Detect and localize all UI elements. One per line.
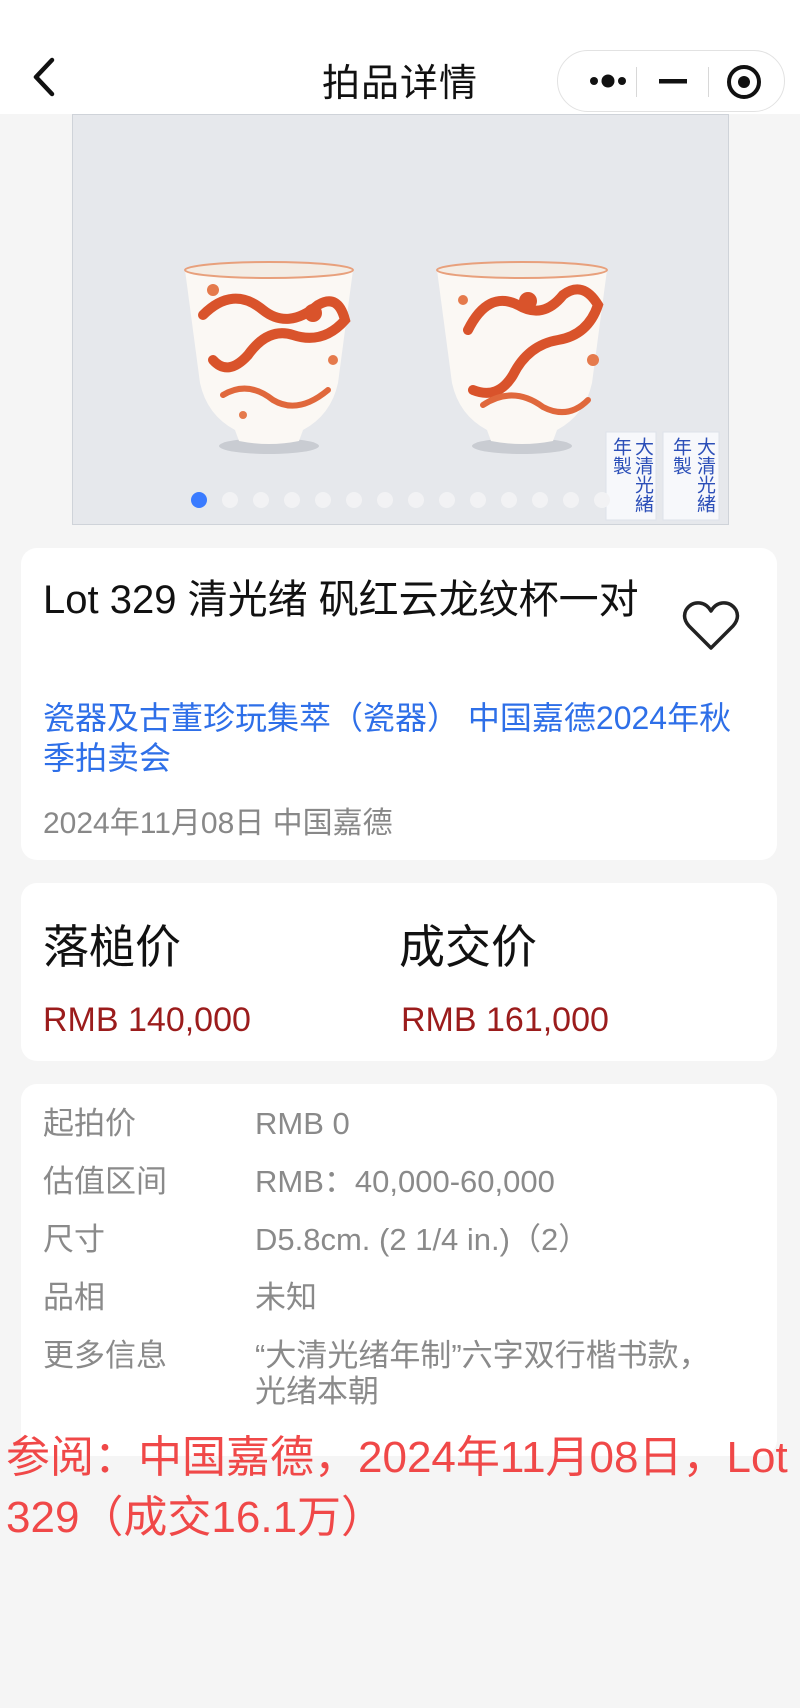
carousel-dot[interactable] (470, 492, 486, 508)
detail-value-more-info: “大清光绪年制”六字双行楷书款，光绪本朝 (255, 1338, 710, 1409)
carousel-dot[interactable] (191, 492, 207, 508)
auction-date-house: 2024年11月08日 中国嘉德 (43, 807, 393, 840)
carousel-dot[interactable] (532, 492, 548, 508)
reign-mark-left: 大清光緒年製 (610, 437, 654, 513)
navbar: 拍品详情 (0, 0, 800, 114)
favorite-button[interactable] (680, 598, 742, 654)
more-menu-button[interactable] (568, 51, 638, 111)
reign-mark-right: 大清光緒年製 (670, 437, 716, 513)
detail-value-estimate: RMB：40,000-60,000 (255, 1164, 555, 1199)
hammer-price-label: 落槌价 (43, 921, 181, 973)
lot-title: Lot 329 清光绪 矾红云龙纹杯一对 (43, 578, 639, 622)
reference-note: 参阅：中国嘉德，2024年11月08日，Lot 329（成交16.1万） (6, 1433, 788, 1542)
detail-key-start-price: 起拍价 (43, 1106, 136, 1141)
carousel-dot[interactable] (563, 492, 579, 508)
carousel-dot[interactable] (377, 492, 393, 508)
carousel-dot[interactable] (408, 492, 424, 508)
lot-info-card: Lot 329 清光绪 矾红云龙纹杯一对 瓷器及古董珍玩集萃（瓷器） 中国嘉德2… (21, 548, 777, 860)
carousel-dot[interactable] (346, 492, 362, 508)
final-price-value: RMB 161,000 (401, 1001, 609, 1039)
hammer-price-value: RMB 140,000 (43, 1001, 251, 1039)
price-card: 落槌价 RMB 140,000 成交价 RMB 161,000 (21, 883, 777, 1061)
carousel-dot[interactable] (501, 492, 517, 508)
miniprogram-capsule (557, 50, 785, 112)
minus-icon (659, 79, 687, 84)
lot-details-card: 起拍价 RMB 0 估值区间 RMB：40,000-60,000 尺寸 D5.8… (21, 1084, 777, 1456)
carousel-dot[interactable] (439, 492, 455, 508)
carousel-dot[interactable] (315, 492, 331, 508)
close-miniprogram-button[interactable] (710, 51, 780, 111)
more-dots-icon (590, 74, 626, 88)
minimize-button[interactable] (638, 51, 708, 111)
auction-session-link[interactable]: 瓷器及古董珍玩集萃（瓷器） 中国嘉德2024年秋季拍卖会 (43, 698, 763, 778)
heart-outline-icon (682, 601, 740, 650)
detail-value-condition: 未知 (255, 1280, 317, 1315)
capsule-divider (708, 67, 709, 97)
target-circle-icon (727, 65, 761, 99)
carousel-dot[interactable] (222, 492, 238, 508)
lot-image-carousel[interactable]: 大清光緒年製 大清光緒年製 (72, 114, 729, 525)
carousel-dot[interactable] (253, 492, 269, 508)
detail-key-condition: 品相 (43, 1280, 105, 1315)
detail-value-size: D5.8cm. (2 1/4 in.)（2） (255, 1222, 590, 1257)
final-price-label: 成交价 (399, 921, 537, 973)
detail-key-size: 尺寸 (43, 1222, 105, 1257)
detail-key-more-info: 更多信息 (43, 1338, 167, 1373)
capsule-divider (636, 67, 637, 97)
carousel-dot[interactable] (284, 492, 300, 508)
detail-key-estimate: 估值区间 (43, 1164, 167, 1199)
carousel-dot[interactable] (594, 492, 610, 508)
detail-value-start-price: RMB 0 (255, 1106, 350, 1141)
